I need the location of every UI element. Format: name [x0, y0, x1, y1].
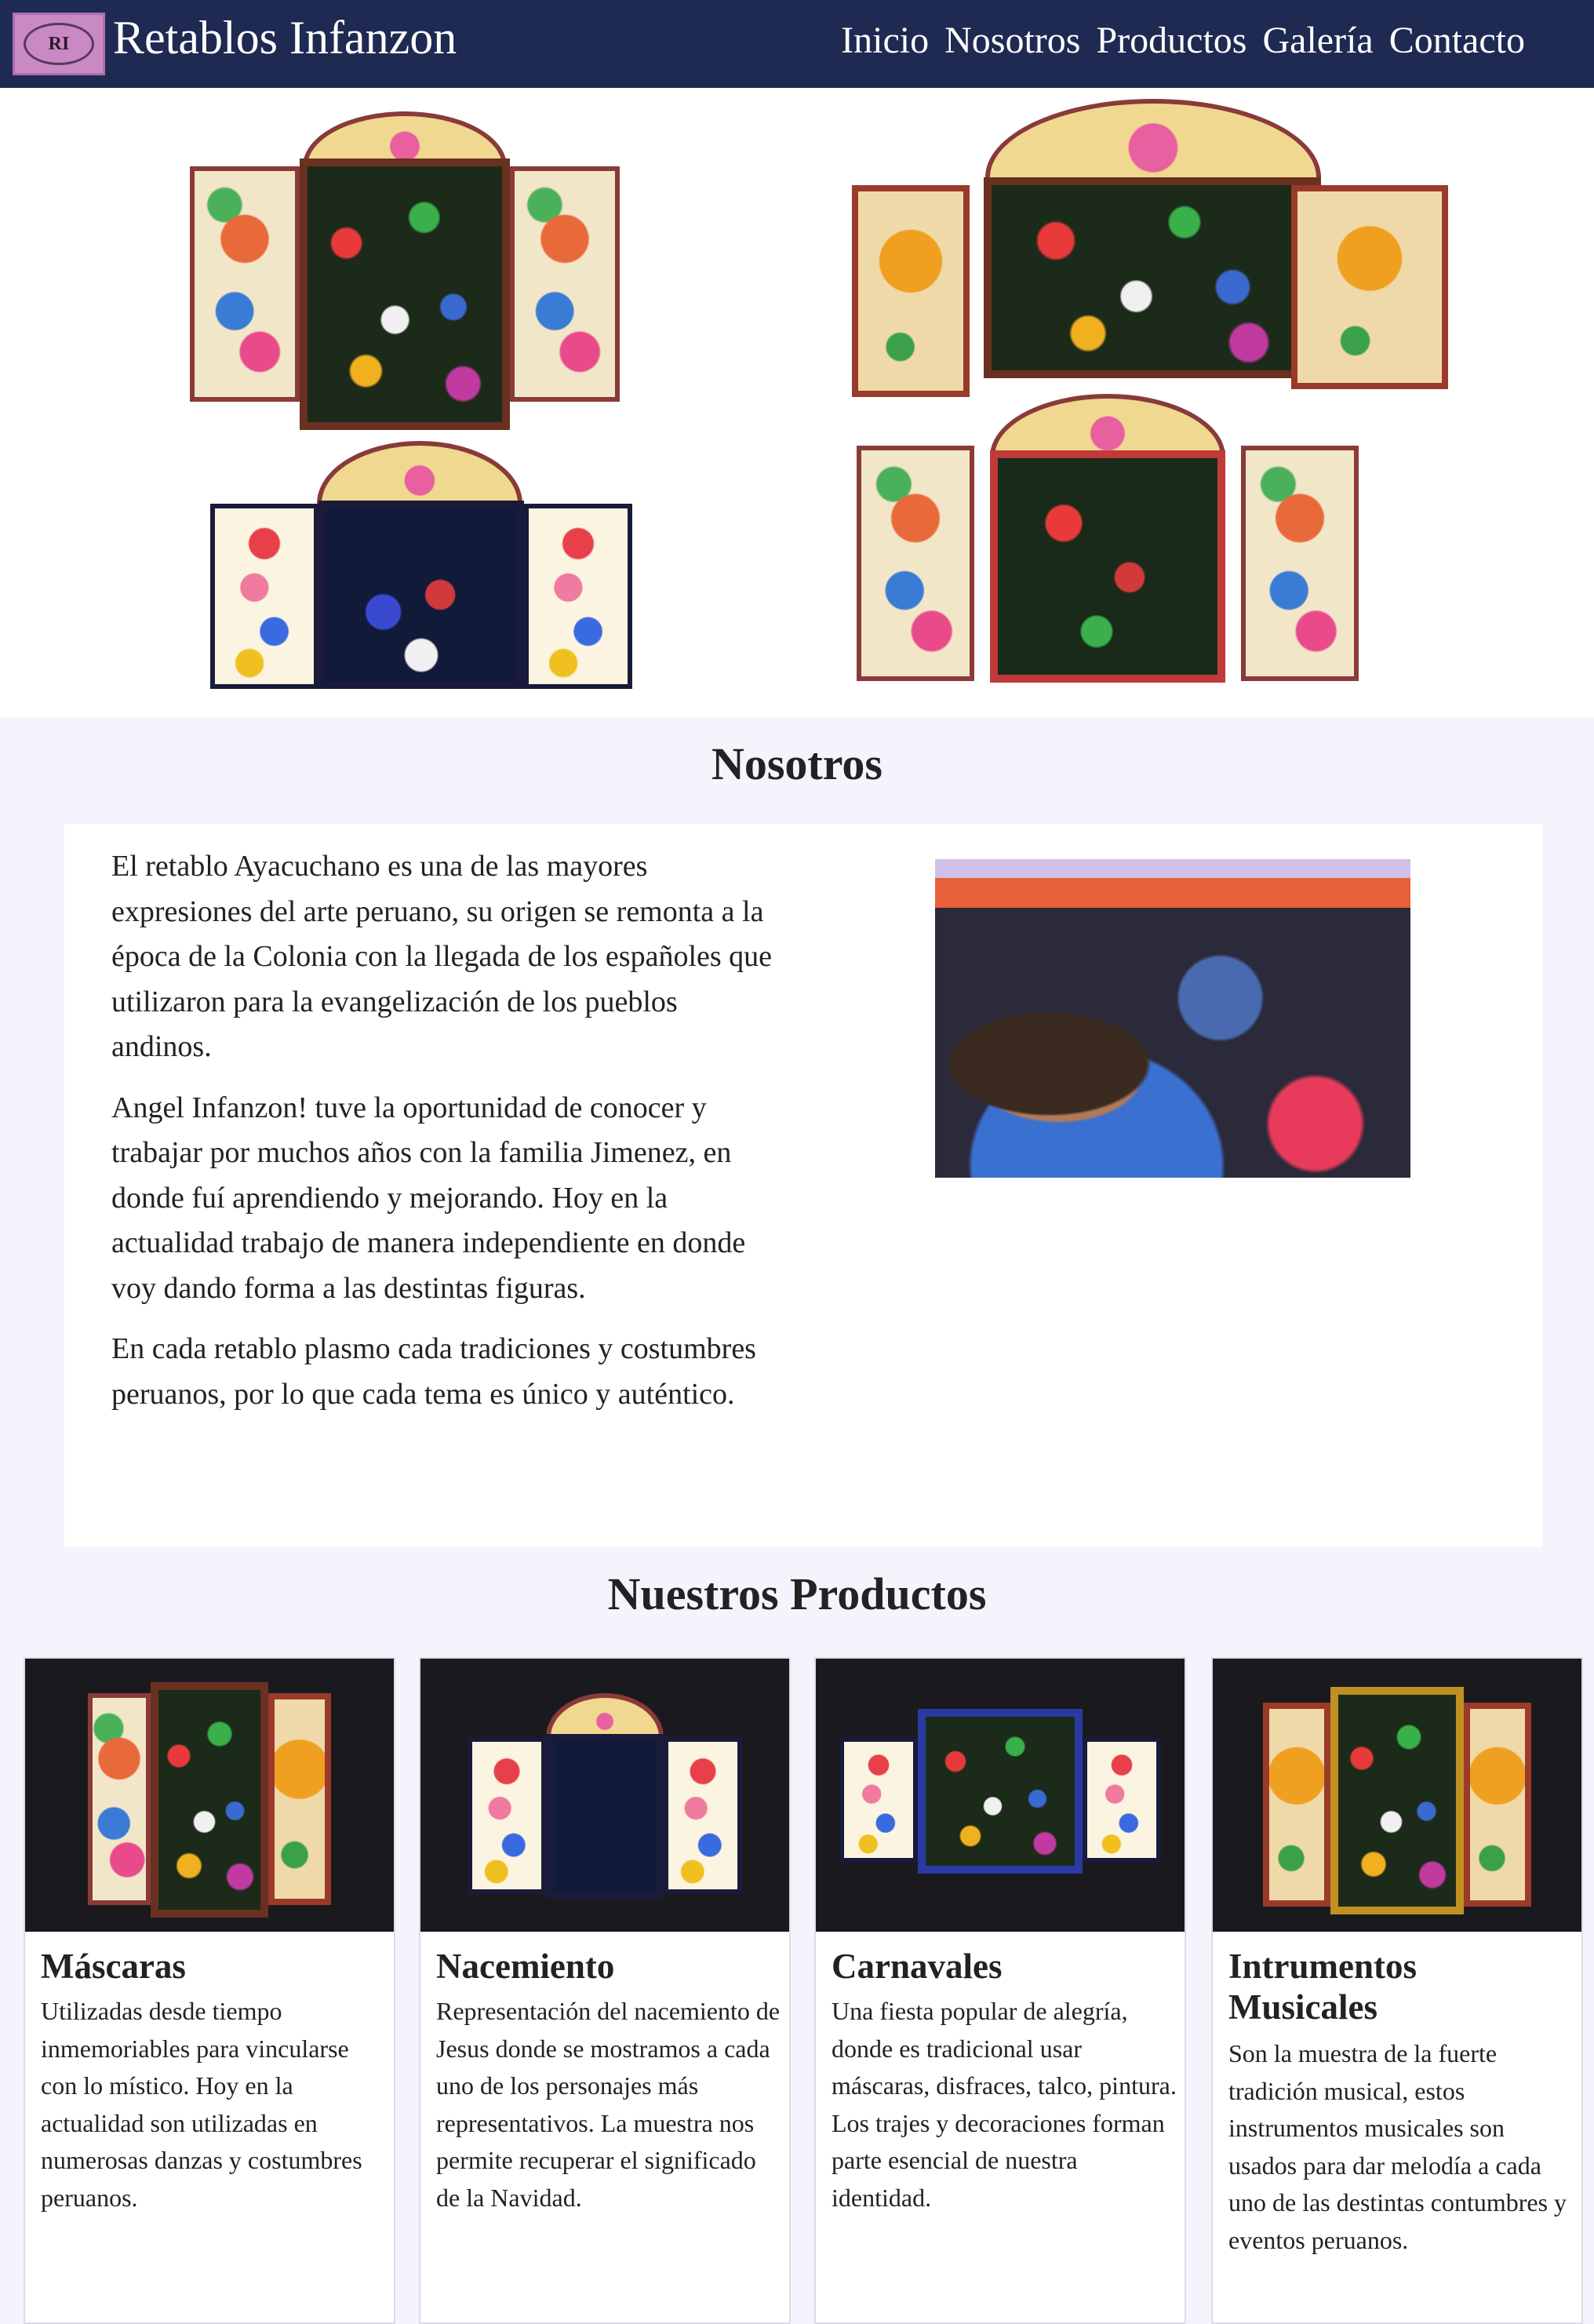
product-title: Intrumentos Musicales: [1228, 1947, 1417, 2027]
hero-banner: [0, 88, 1594, 717]
product-image: [816, 1659, 1185, 1932]
logo[interactable]: RI: [13, 13, 105, 75]
product-card-instrumentos[interactable]: Intrumentos Musicales Son la muestra de …: [1211, 1657, 1583, 2324]
about-title: Nosotros: [711, 738, 883, 789]
product-image: [420, 1659, 789, 1932]
product-description: Representación del nacemiento de Jesus d…: [436, 1997, 781, 2212]
nav-menu: Inicio Nosotros Productos Galería Contac…: [841, 19, 1525, 62]
hero-retablo-1: [185, 111, 624, 433]
about-text: El retablo Ayacuchano es una de las mayo…: [111, 844, 778, 1433]
product-card-mascaras[interactable]: Máscaras Utilizadas desde tiempo inmemor…: [24, 1657, 395, 2324]
hero-retablo-4: [857, 394, 1359, 692]
logo-emblem-icon: RI: [24, 23, 94, 65]
about-paragraph-3: En cada retablo plasmo cada tradiciones …: [111, 1332, 756, 1411]
product-card-nacemiento[interactable]: Nacemiento Representación del nacemiento…: [419, 1657, 791, 2324]
product-image: [1213, 1659, 1581, 1932]
product-card-carnavales[interactable]: Carnavales Una fiesta popular de alegría…: [814, 1657, 1186, 2324]
nav-link-nosotros[interactable]: Nosotros: [944, 19, 1080, 62]
product-image: [25, 1659, 394, 1932]
about-paragraph-1: El retablo Ayacuchano es una de las mayo…: [111, 850, 773, 1063]
nav-link-productos[interactable]: Productos: [1096, 19, 1246, 62]
product-description: Una fiesta popular de alegría, donde es …: [832, 1997, 1177, 2212]
nav-link-inicio[interactable]: Inicio: [841, 19, 929, 62]
hero-retablo-2: [852, 99, 1454, 405]
product-title: Nacemiento: [436, 1947, 615, 1986]
hero-retablo-3: [210, 441, 637, 695]
brand-name[interactable]: Retablos Infanzon: [113, 11, 457, 65]
about-paragraph-2: Angel Infanzon! tuve la oportunidad de c…: [111, 1091, 746, 1305]
navbar: RI Retablos Infanzon Inicio Nosotros Pro…: [0, 0, 1594, 88]
about-card: El retablo Ayacuchano es una de las mayo…: [64, 824, 1542, 1547]
products-grid: Máscaras Utilizadas desde tiempo inmemor…: [24, 1657, 1583, 2324]
nav-link-contacto[interactable]: Contacto: [1389, 19, 1525, 62]
product-title: Máscaras: [41, 1947, 186, 1986]
nav-link-galeria[interactable]: Galería: [1262, 19, 1373, 62]
products-title: Nuestros Productos: [607, 1568, 987, 1619]
product-description: Utilizadas desde tiempo inmemoriables pa…: [41, 1997, 362, 2212]
artisan-photo: [935, 859, 1410, 1178]
product-title: Carnavales: [832, 1947, 1003, 1986]
logo-text: RI: [48, 33, 70, 54]
product-description: Son la muestra de la fuerte tradición mu…: [1228, 2039, 1567, 2254]
